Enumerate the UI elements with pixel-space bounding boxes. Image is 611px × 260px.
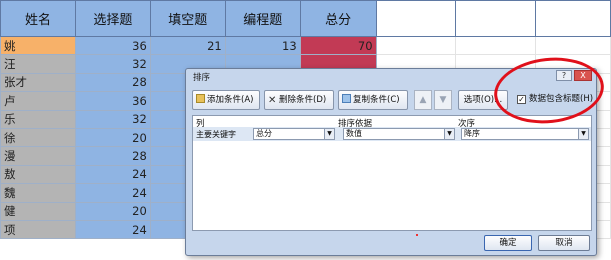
move-down-button[interactable]: ▼ <box>434 90 452 110</box>
move-up-button[interactable]: ▲ <box>414 90 432 110</box>
dialog-titlebar[interactable]: 排序 ? X <box>186 69 596 85</box>
chevron-down-icon[interactable]: ▼ <box>578 129 588 139</box>
choice-cell[interactable]: 32 <box>74 54 151 74</box>
name-cell[interactable]: 徐 <box>0 127 76 148</box>
column-header[interactable]: 填空题 <box>149 0 226 37</box>
copy-condition-label: 复制条件(C) <box>353 95 400 105</box>
chevron-down-icon[interactable]: ▼ <box>444 129 454 139</box>
choice-cell[interactable]: 28 <box>74 72 151 93</box>
sort-dialog: 排序 ? X 添加条件(A) ✕ 删除条件(D) 复制条件(C) ▲ ▼ 选项(O… <box>185 68 597 256</box>
choice-cell[interactable]: 28 <box>74 146 151 166</box>
name-cell[interactable]: 魏 <box>0 183 76 203</box>
name-cell[interactable]: 乐 <box>0 109 76 129</box>
choice-cell[interactable]: 24 <box>74 219 151 240</box>
choice-cell[interactable]: 20 <box>74 201 151 221</box>
key-select[interactable]: 总分 ▼ <box>253 128 335 140</box>
name-cell[interactable]: 姚 <box>0 35 76 56</box>
copy-icon <box>342 94 351 103</box>
empty-cell[interactable] <box>375 0 457 37</box>
column-header[interactable]: 选择题 <box>74 0 151 37</box>
header-row: 姓名 选择题 填空题 编程题 总分 <box>0 0 611 37</box>
ok-button[interactable]: 确定 <box>484 235 532 251</box>
help-button[interactable]: ? <box>556 70 572 81</box>
choice-cell[interactable]: 36 <box>74 35 151 56</box>
delete-icon: ✕ <box>268 95 277 106</box>
criteria-row[interactable]: 主要关键字 总分 ▼ 数值 ▼ 降序 ▼ <box>193 127 591 141</box>
empty-cell[interactable] <box>535 35 611 56</box>
dialog-toolbar: 添加条件(A) ✕ 删除条件(D) 复制条件(C) ▲ ▼ 选项(O)... ✓ 数… <box>192 90 593 112</box>
choice-cell[interactable]: 36 <box>74 91 151 111</box>
name-cell[interactable]: 项 <box>0 219 76 240</box>
name-cell[interactable]: 张才 <box>0 72 76 93</box>
add-condition-button[interactable]: 添加条件(A) <box>192 90 260 110</box>
add-condition-label: 添加条件(A) <box>207 95 254 105</box>
delete-condition-button[interactable]: ✕ 删除条件(D) <box>264 90 334 110</box>
options-button[interactable]: 选项(O)... <box>458 90 508 110</box>
close-button[interactable]: X <box>574 70 592 81</box>
empty-cell[interactable] <box>455 0 537 37</box>
cancel-button[interactable]: 取消 <box>538 235 590 251</box>
chevron-down-icon[interactable]: ▼ <box>324 129 334 139</box>
delete-condition-label: 删除条件(D) <box>279 95 327 105</box>
choice-cell[interactable]: 20 <box>74 127 151 148</box>
column-header[interactable]: 编程题 <box>224 0 301 37</box>
order-select[interactable]: 降序 ▼ <box>461 128 589 140</box>
checkbox-check-icon: ✓ <box>517 95 526 104</box>
criteria-panel: 列 排序依据 次序 主要关键字 总分 ▼ 数值 ▼ 降序 ▼ <box>192 115 592 231</box>
name-cell[interactable]: 健 <box>0 201 76 221</box>
name-cell[interactable]: 漫 <box>0 146 76 166</box>
prog-cell[interactable]: 13 <box>224 35 301 56</box>
column-header[interactable]: 姓名 <box>0 0 76 37</box>
has-header-checkbox[interactable]: ✓ 数据包含标题(H) <box>517 92 593 104</box>
empty-cell[interactable] <box>535 0 611 37</box>
dialog-title: 排序 <box>193 73 211 83</box>
table-row: 姚 36 21 13 70 <box>0 35 611 56</box>
has-header-label: 数据包含标题(H) <box>529 94 594 104</box>
copy-condition-button[interactable]: 复制条件(C) <box>338 90 408 110</box>
empty-cell[interactable] <box>375 35 457 56</box>
name-cell[interactable]: 卢 <box>0 91 76 111</box>
choice-cell[interactable]: 24 <box>74 164 151 185</box>
column-header[interactable]: 总分 <box>299 0 377 37</box>
add-icon <box>196 94 205 103</box>
fill-cell[interactable]: 21 <box>149 35 226 56</box>
name-cell[interactable]: 汪 <box>0 54 76 74</box>
choice-cell[interactable]: 24 <box>74 183 151 203</box>
sort-on-select[interactable]: 数值 ▼ <box>343 128 455 140</box>
red-dot-mark <box>416 234 418 236</box>
primary-key-label: 主要关键字 <box>196 130 236 139</box>
key-select-value: 总分 <box>256 129 272 138</box>
choice-cell[interactable]: 32 <box>74 109 151 129</box>
empty-cell[interactable] <box>455 35 537 56</box>
order-select-value: 降序 <box>464 129 480 138</box>
sort-on-select-value: 数值 <box>346 129 362 138</box>
total-cell[interactable]: 70 <box>299 35 377 56</box>
name-cell[interactable]: 敖 <box>0 164 76 185</box>
